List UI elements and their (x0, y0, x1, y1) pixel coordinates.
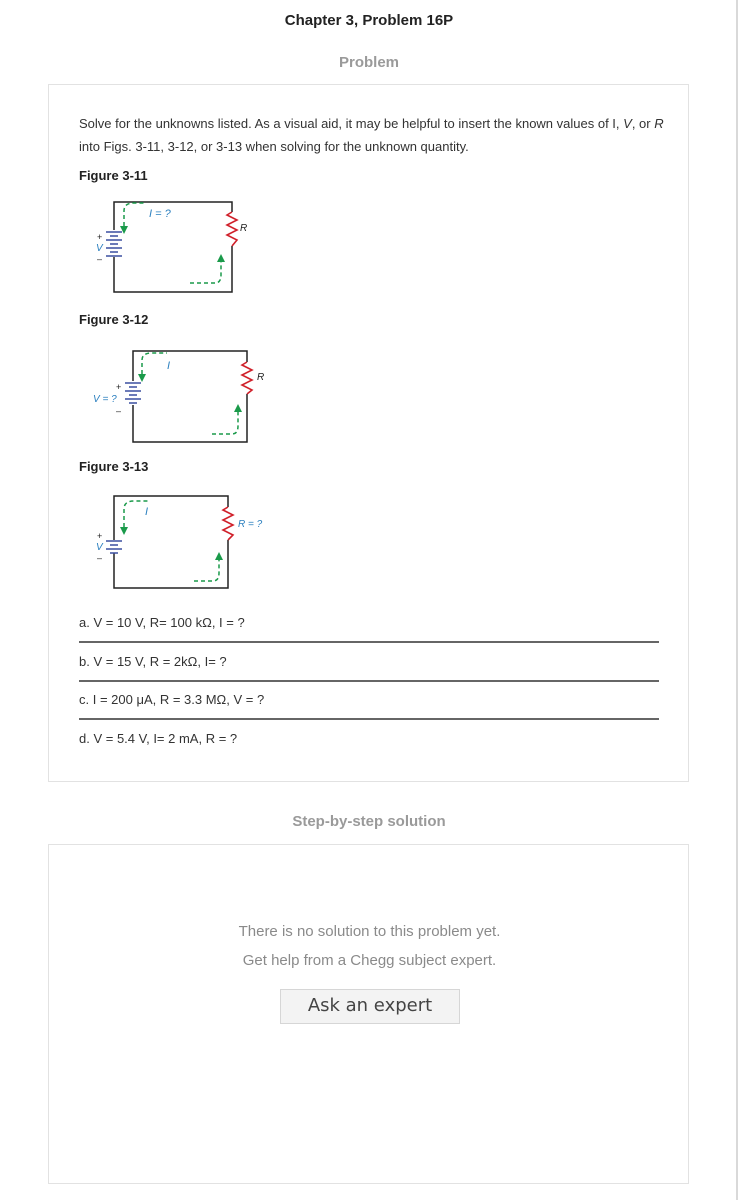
battery-icon (125, 382, 141, 404)
problem-heading: Problem (338, 54, 399, 71)
arrow-down-icon (138, 374, 146, 382)
expert-help-message: Get help from a Chegg subject expert. (242, 952, 497, 969)
figure-3-13-label: Figure 3-13 (79, 459, 149, 474)
fig3-top-wire (113, 495, 229, 540)
arrow-up-icon (217, 254, 225, 262)
figure-3-12-circuit: I R + V = ? – (93, 350, 264, 443)
intro-text-2: , or (631, 116, 655, 131)
fig2-top-wire (132, 350, 248, 381)
solution-panel: There is no solution to this problem yet… (48, 844, 689, 1184)
part-d: d. V = 5.4 V, I= 2 mA, R = ? (79, 731, 238, 746)
plus-sign: + (116, 382, 121, 392)
arrow-down-icon (120, 226, 128, 234)
part-divider (79, 641, 659, 643)
page-title: Chapter 3, Problem 16P (284, 12, 454, 29)
part-divider (79, 680, 659, 682)
figure-3-11-circuit: I = ? R + V – (96, 201, 247, 293)
intro-text-3: into Figs. 3-11, 3-12, or 3-13 when solv… (79, 139, 469, 154)
solution-heading: Step-by-step solution (292, 813, 446, 830)
resistor-icon (221, 506, 235, 541)
plus-sign: + (97, 531, 102, 541)
fig3-return-path (194, 560, 220, 582)
resistor-label: R (240, 223, 247, 234)
minus-sign: – (97, 254, 102, 264)
no-solution-message: There is no solution to this problem yet… (238, 923, 501, 940)
problem-panel: Solve for the unknowns listed. As a visu… (48, 84, 689, 782)
arrow-up-icon (234, 404, 242, 412)
battery-icon (106, 231, 122, 257)
part-c: c. I = 200 μA, R = 3.3 MΩ, V = ? (79, 692, 265, 707)
fig1-bottom-wire (113, 246, 233, 293)
intro-v: V (623, 116, 632, 131)
fig2-return-path (212, 412, 239, 435)
current-label: I = ? (149, 208, 172, 220)
part-b: b. V = 15 V, R = 2kΩ, I= ? (79, 654, 227, 669)
voltage-label: V (96, 542, 104, 553)
problem-statement: Solve for the unknowns listed. As a visu… (79, 112, 669, 158)
part-a: a. V = 10 V, R= 100 kΩ, I = ? (79, 615, 245, 630)
intro-text-1: Solve for the unknowns listed. As a visu… (79, 116, 624, 131)
fig1-return-path (190, 262, 222, 284)
fig2-current-path (141, 352, 167, 374)
fig1-current-path (123, 202, 145, 226)
resistor-icon (240, 361, 254, 395)
figure-3-11-label: Figure 3-11 (79, 168, 148, 183)
figure-3-12-label: Figure 3-12 (79, 312, 149, 327)
part-divider (79, 718, 659, 720)
figure-3-13-circuit: I R = ? + V – (96, 495, 263, 589)
intro-r: R (654, 116, 664, 131)
current-label: I (145, 506, 148, 518)
fig2-bottom-wire (132, 394, 248, 443)
minus-sign: – (97, 553, 102, 563)
resistor-label: R (257, 372, 264, 383)
voltage-label: V = ? (93, 394, 117, 405)
arrow-up-icon (215, 552, 223, 560)
resistor-label: R = ? (238, 519, 263, 530)
resistor-icon (225, 211, 239, 247)
minus-sign: – (116, 406, 121, 416)
ask-expert-button[interactable]: Ask an expert (280, 989, 460, 1024)
fig1-top-wire (113, 201, 233, 230)
voltage-label: V (96, 243, 104, 254)
current-label: I (167, 360, 170, 372)
plus-sign: + (97, 232, 102, 242)
arrow-down-icon (120, 527, 128, 535)
battery-icon (106, 540, 122, 554)
